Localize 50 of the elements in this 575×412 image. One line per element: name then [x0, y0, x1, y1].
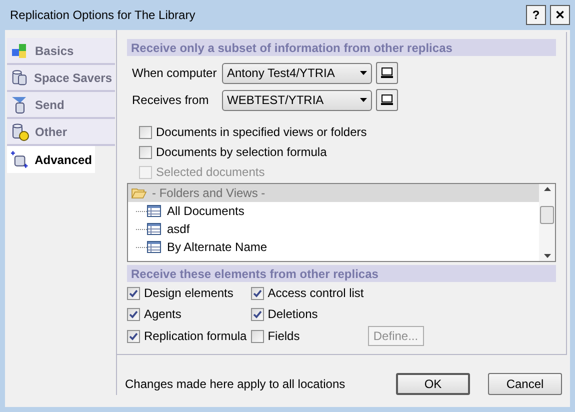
window-title: Replication Options for The Library [10, 7, 196, 24]
tree-item[interactable]: asdf [167, 220, 190, 238]
field-label: Receives from [132, 92, 210, 109]
scroll-thumb[interactable] [540, 206, 554, 224]
dropdown[interactable]: WEBTEST/YTRIA [222, 90, 372, 110]
computer-button[interactable] [376, 89, 398, 111]
scrollbar[interactable] [539, 184, 555, 261]
checkmark-icon [129, 332, 138, 340]
checkbox[interactable]: Agents [127, 305, 247, 323]
database-icon [10, 68, 29, 88]
footer-note: Changes made here apply to all locations [125, 376, 346, 393]
database-warning-icon [10, 122, 30, 142]
view-icon [147, 241, 161, 253]
field-label: When computer [132, 65, 218, 82]
checkbox[interactable]: Access control list [250, 284, 364, 302]
section-heading: Receive only a subset of information from other replicas [127, 39, 556, 56]
dropdown-arrow-icon [360, 98, 367, 102]
computer-icon [380, 94, 394, 106]
checkbox[interactable]: Documents in specified views or folders [139, 123, 556, 141]
close-button[interactable]: ✕ [550, 5, 570, 25]
checkbox[interactable]: Documents by selection formula [139, 143, 556, 161]
computer-icon [380, 67, 394, 79]
checkmark-icon [129, 288, 138, 298]
help-button[interactable]: ? [526, 5, 546, 25]
scroll-up-icon[interactable] [544, 187, 550, 191]
sidebar-tab[interactable]: Other [7, 119, 115, 146]
checkmark-icon [129, 310, 138, 318]
tree-header[interactable]: - Folders and Views - [128, 184, 539, 202]
sidebar-tab[interactable]: Send [7, 92, 115, 119]
folder-icon [131, 187, 147, 199]
dropdown[interactable]: Antony Test4/YTRIA [222, 62, 372, 84]
checkmark-icon [252, 310, 262, 318]
scroll-down-icon[interactable] [544, 254, 550, 258]
checkbox[interactable]: Replication formula [127, 327, 247, 345]
view-icon [147, 223, 161, 235]
checkbox[interactable]: Fields [250, 327, 364, 345]
dropdown-arrow-icon [360, 71, 367, 75]
ok-button[interactable]: OK [396, 373, 470, 395]
computer-button[interactable] [376, 62, 398, 84]
checkbox[interactable]: Deletions [250, 305, 364, 323]
tree-item[interactable]: By Alternate Name [167, 238, 268, 256]
view-icon [147, 205, 161, 217]
section-heading: Receive these elements from other replicas [127, 265, 556, 282]
tree-item[interactable]: All Documents [167, 202, 244, 220]
cancel-button[interactable]: Cancel [488, 373, 562, 395]
checkmark-icon [252, 288, 262, 298]
sidebar-tab[interactable]: Advanced [7, 146, 95, 173]
sidebar-tab[interactable]: Space Savers [7, 65, 115, 92]
sidebar-tab[interactable]: Basics [7, 38, 115, 65]
checkbox[interactable]: Design elements [127, 284, 247, 302]
